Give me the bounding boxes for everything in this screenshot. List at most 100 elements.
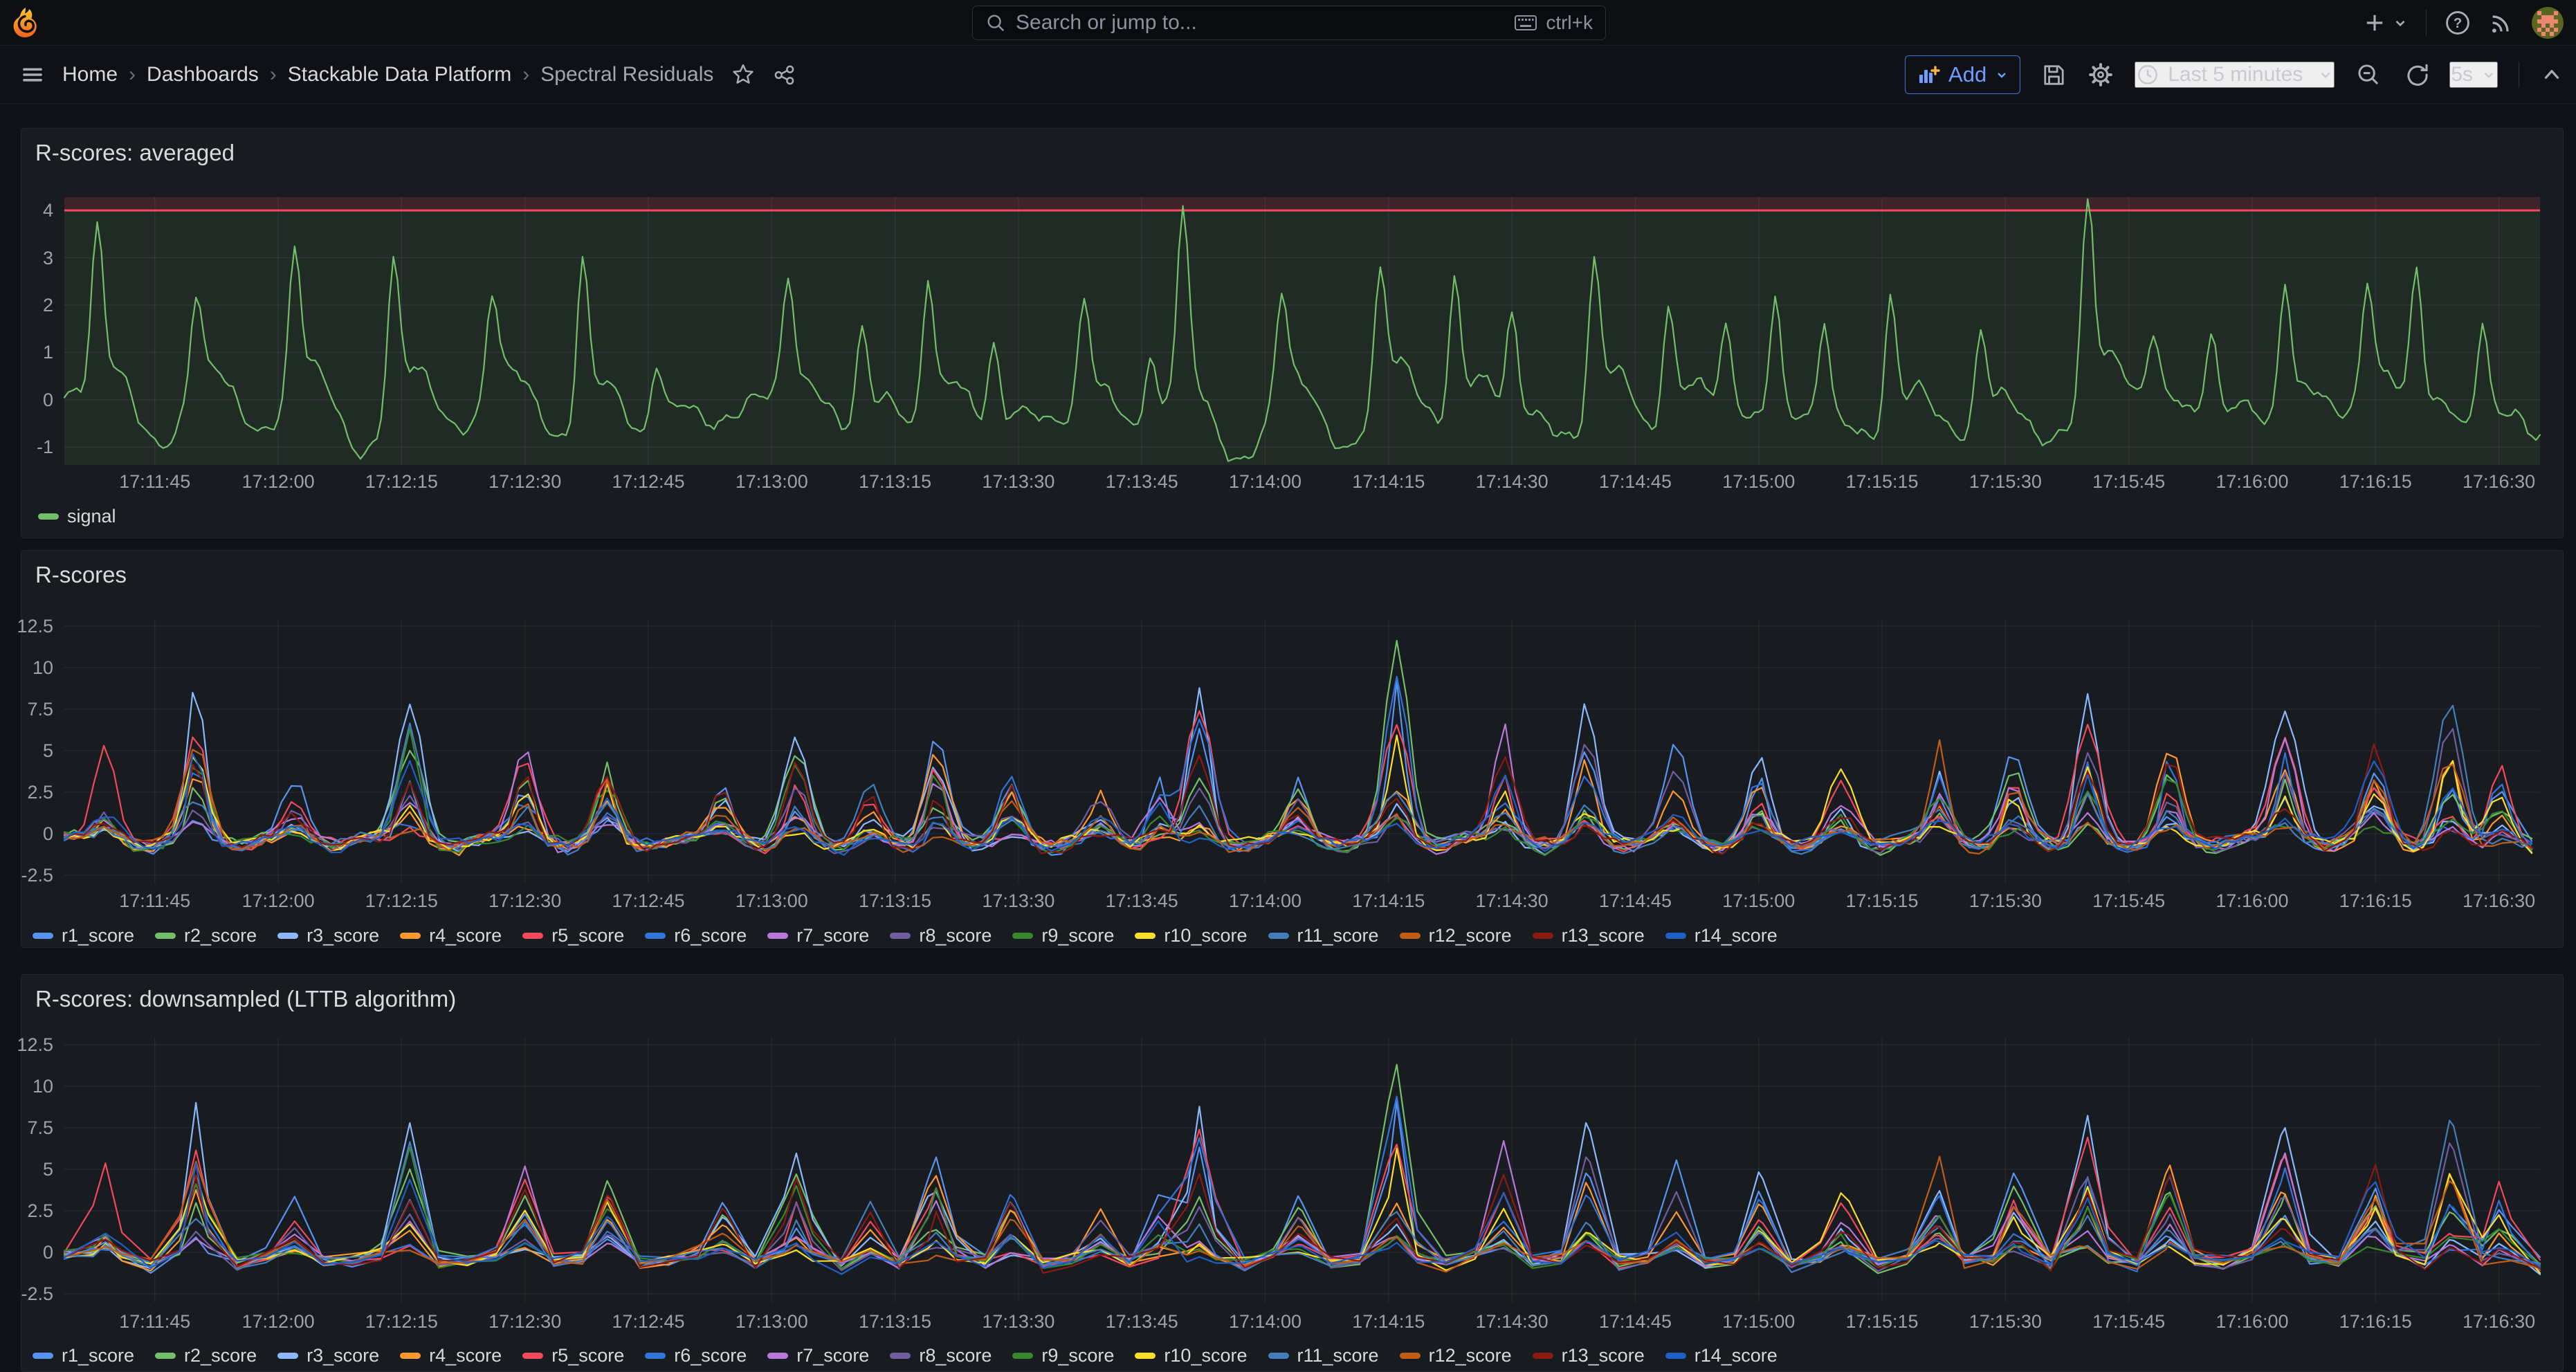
legend-item-r3_score[interactable]: r3_score [277, 925, 379, 946]
legend-item-signal[interactable]: signal [38, 506, 116, 527]
legend-color-pill [522, 933, 543, 939]
mega-menu-toggle[interactable] [21, 63, 44, 86]
search-input[interactable]: Search or jump to... ctrl+k [972, 6, 1606, 40]
collapse-toolbar-icon[interactable] [2540, 63, 2564, 86]
y-axis-tick-label: 0 [0, 391, 53, 410]
x-axis-tick-label: 17:14:30 [1456, 473, 1567, 491]
user-avatar[interactable] [2532, 7, 2564, 39]
legend-item-r1_score[interactable]: r1_score [33, 925, 134, 946]
chart-plot-area-2[interactable] [64, 1038, 2540, 1302]
x-axis-tick-label: 17:14:15 [1333, 473, 1444, 491]
legend-item-r4_score[interactable]: r4_score [400, 1345, 502, 1366]
x-axis-tick-label: 17:16:30 [2444, 892, 2555, 911]
y-axis-tick-label: 2.5 [0, 783, 53, 802]
legend-item-r2_score[interactable]: r2_score [155, 925, 257, 946]
legend-item-r8_score[interactable]: r8_score [890, 1345, 992, 1366]
legend-label: r5_score [551, 925, 624, 946]
legend-item-r13_score[interactable]: r13_score [1533, 1345, 1645, 1366]
news-feed-icon[interactable] [2489, 10, 2514, 35]
legend-item-r11_score[interactable]: r11_score [1268, 925, 1379, 946]
x-axis-tick-label: 17:14:00 [1210, 473, 1321, 491]
legend-item-r9_score[interactable]: r9_score [1012, 925, 1114, 946]
legend-item-r4_score[interactable]: r4_score [400, 925, 502, 946]
grafana-logo[interactable] [10, 7, 42, 39]
legend-item-r8_score[interactable]: r8_score [890, 925, 992, 946]
legend-item-r11_score[interactable]: r11_score [1268, 1345, 1379, 1366]
breadcrumb-item-stackable-data-platform[interactable]: Stackable Data Platform [288, 63, 511, 86]
refresh-interval-label: 5s [2451, 63, 2473, 86]
x-axis-tick-label: 17:15:30 [1950, 892, 2061, 911]
x-axis-tick-label: 17:15:15 [1827, 473, 1937, 491]
refresh-interval-picker[interactable]: 5s [2449, 62, 2498, 88]
x-axis-tick-label: 17:11:45 [100, 892, 210, 911]
x-axis-tick-label: 17:14:30 [1456, 1312, 1567, 1331]
chart-plot-area-0[interactable] [64, 197, 2540, 465]
legend-label: r1_score [62, 925, 134, 946]
legend-color-pill [890, 1353, 911, 1359]
legend-label: r11_score [1297, 925, 1379, 946]
y-axis-tick-label: 7.5 [0, 1119, 53, 1137]
x-axis-tick-label: 17:16:30 [2444, 1312, 2555, 1331]
legend-item-r5_score[interactable]: r5_score [522, 1345, 624, 1366]
legend-item-r2_score[interactable]: r2_score [155, 1345, 257, 1366]
legend-item-r3_score[interactable]: r3_score [277, 1345, 379, 1366]
x-axis-tick-label: 17:15:45 [2074, 1312, 2184, 1331]
help-icon[interactable]: ? [2445, 10, 2471, 36]
legend-label: r3_score [307, 1345, 379, 1366]
legend-color-pill [1400, 933, 1421, 939]
add-panel-button[interactable]: Add [1905, 55, 2020, 94]
share-icon[interactable] [773, 64, 796, 86]
breadcrumb-separator: › [522, 63, 529, 86]
x-axis-tick-label: 17:12:00 [223, 473, 334, 491]
legend-item-r14_score[interactable]: r14_score [1665, 925, 1778, 946]
chart-plot-area-1[interactable] [64, 619, 2540, 884]
legend-label: r14_score [1695, 1345, 1778, 1366]
y-axis-tick-label: -1 [0, 438, 53, 457]
new-button[interactable] [2362, 10, 2408, 35]
legend-item-r7_score[interactable]: r7_score [767, 1345, 869, 1366]
x-axis-tick-label: 17:14:30 [1456, 892, 1567, 911]
legend-item-r13_score[interactable]: r13_score [1533, 925, 1645, 946]
x-axis-tick-label: 17:14:45 [1580, 473, 1690, 491]
x-axis-tick-label: 17:15:45 [2074, 892, 2184, 911]
legend-color-pill [33, 1353, 53, 1359]
legend-color-pill [400, 933, 421, 939]
zoom-out-time-icon[interactable] [2355, 62, 2382, 88]
breadcrumb-item-home[interactable]: Home [62, 63, 118, 86]
x-axis-tick-label: 17:13:30 [963, 892, 1074, 911]
legend-item-r7_score[interactable]: r7_score [767, 925, 869, 946]
legend-item-r10_score[interactable]: r10_score [1135, 925, 1247, 946]
chart-legend: r1_score r2_score r3_score r4_score r5_score… [33, 1345, 1798, 1366]
x-axis-tick-label: 17:11:45 [100, 1312, 210, 1331]
favorite-star-icon[interactable] [731, 63, 755, 86]
legend-color-pill [1012, 933, 1033, 939]
legend-label: r14_score [1695, 925, 1778, 946]
legend-item-r5_score[interactable]: r5_score [522, 925, 624, 946]
legend-item-r1_score[interactable]: r1_score [33, 1345, 134, 1366]
dashboard-settings-icon[interactable] [2088, 62, 2114, 88]
legend-item-r9_score[interactable]: r9_score [1012, 1345, 1114, 1366]
legend-item-r10_score[interactable]: r10_score [1135, 1345, 1247, 1366]
legend-item-r6_score[interactable]: r6_score [645, 1345, 747, 1366]
legend-item-r14_score[interactable]: r14_score [1665, 1345, 1778, 1366]
save-dashboard-icon[interactable] [2041, 62, 2067, 88]
x-axis-tick-label: 17:13:00 [716, 892, 827, 911]
y-axis-tick-label: 2.5 [0, 1202, 53, 1220]
x-axis-tick-label: 17:12:15 [346, 473, 457, 491]
panel-title[interactable]: R-scores: averaged [35, 140, 235, 166]
legend-item-r12_score[interactable]: r12_score [1400, 1345, 1512, 1366]
legend-color-pill [767, 933, 788, 939]
refresh-icon[interactable] [2402, 62, 2429, 88]
breadcrumb-item-dashboards[interactable]: Dashboards [147, 63, 259, 86]
x-axis-tick-label: 17:16:00 [2197, 1312, 2308, 1331]
y-axis-tick-label: 0 [0, 1243, 53, 1262]
time-range-label: Last 5 minutes [2168, 63, 2303, 86]
y-axis-tick-label: 10 [0, 659, 53, 677]
panel-title[interactable]: R-scores: downsampled (LTTB algorithm) [35, 986, 456, 1012]
legend-item-r6_score[interactable]: r6_score [645, 925, 747, 946]
topnav-right-actions: ? [2362, 0, 2564, 46]
panel-title[interactable]: R-scores [35, 562, 127, 588]
legend-item-r12_score[interactable]: r12_score [1400, 925, 1512, 946]
time-range-picker[interactable]: Last 5 minutes [2135, 62, 2335, 88]
legend-label: r12_score [1429, 1345, 1512, 1366]
